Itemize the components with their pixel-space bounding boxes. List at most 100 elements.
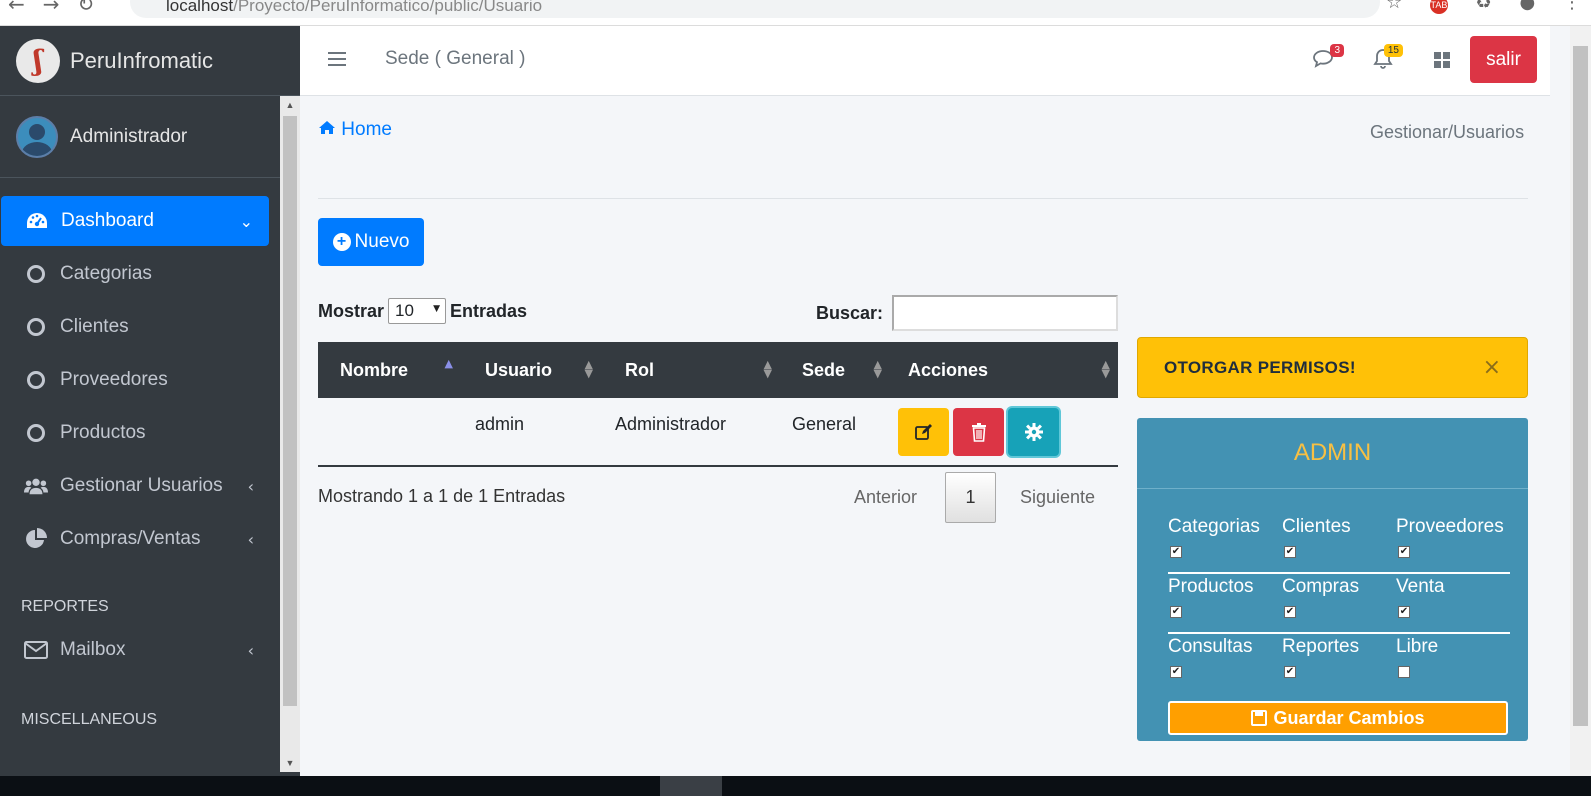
sidebar-item-categorias[interactable]: Categorias (0, 249, 270, 299)
page-scrollbar[interactable] (1570, 26, 1591, 776)
checkbox[interactable] (1398, 666, 1410, 678)
permissions-grid: Categorias ✔ Clientes ✔ Proveedores ✔ Produ… (1168, 516, 1510, 694)
users-table: Nombre ▲ Usuario ▲ ▼ Rol ▲ ▼ Sede ▲ ▼ Accio… (318, 342, 1118, 467)
cell-acciones (890, 398, 1118, 467)
breadcrumb-home-label: Home (341, 119, 392, 140)
messages-badge: 3 (1330, 44, 1344, 57)
permission-clientes: Clientes ✔ (1282, 516, 1351, 558)
sort-icon: ▲ ▼ (1101, 358, 1110, 380)
save-changes-button[interactable]: Guardar Cambios (1168, 701, 1508, 735)
permission-consultas: Consultas ✔ (1168, 636, 1253, 678)
sidebar-item-label: Clientes (60, 316, 129, 337)
permissions-card: ADMIN Categorias ✔ Clientes ✔ Proveedores ✔… (1137, 418, 1528, 741)
checkbox[interactable]: ✔ (1284, 546, 1296, 558)
sidebar-item-clientes[interactable]: Clientes (0, 302, 270, 352)
entries-label: Entradas (450, 300, 528, 321)
main-sidebar: ʃ PeruInfromatic Administrador ▲ ▼ Dashb… (0, 26, 300, 776)
extension-icon[interactable]: ♻ (1476, 0, 1492, 13)
delete-button[interactable] (953, 408, 1004, 456)
page-scroll-thumb[interactable] (1573, 46, 1588, 726)
users-icon (24, 476, 48, 496)
checkbox[interactable]: ✔ (1398, 546, 1410, 558)
star-icon[interactable]: ☆ (1386, 0, 1402, 13)
envelope-icon (24, 641, 48, 659)
messages-icon[interactable]: 3 (1312, 44, 1344, 73)
column-header-rol[interactable]: Rol ▲ ▼ (601, 342, 780, 398)
sidebar-item-productos[interactable]: Productos (0, 408, 270, 458)
sidebar-item-label: Gestionar Usuarios (60, 475, 223, 496)
chevron-left-icon: ‹ (247, 529, 254, 549)
scroll-up-icon[interactable]: ▲ (280, 100, 300, 110)
bell-icon[interactable]: 15 (1373, 44, 1403, 75)
permissions-row: Consultas ✔ Reportes ✔ Libre (1168, 634, 1510, 694)
sidebar-scroll-thumb[interactable] (283, 116, 297, 706)
page-length-select[interactable]: 10 (388, 298, 447, 324)
url-path: /Proyecto/PeruInformatico/public/Usuario (233, 0, 543, 15)
checkbox[interactable]: ✔ (1170, 666, 1182, 678)
edit-button[interactable] (898, 408, 949, 456)
logout-button[interactable]: salir (1470, 36, 1537, 83)
user-panel[interactable]: Administrador (0, 96, 288, 178)
os-taskbar (0, 776, 1591, 796)
checkbox[interactable]: ✔ (1284, 606, 1296, 618)
nav-header-reportes: REPORTES (21, 598, 109, 615)
close-icon[interactable]: × (1483, 355, 1501, 380)
permissions-row: Categorias ✔ Clientes ✔ Proveedores ✔ (1168, 514, 1510, 574)
pagination-next[interactable]: Siguiente (1020, 487, 1095, 508)
sidebar-item-dashboard[interactable]: Dashboard ⌄ (1, 196, 269, 246)
url-host: localhost (166, 0, 234, 15)
browser-nav-icons[interactable]: ←→↻ (8, 0, 112, 16)
taskbar-item[interactable] (660, 776, 722, 796)
breadcrumb-home[interactable]: Home (318, 119, 392, 141)
address-bar[interactable]: localhost/Proyecto/PeruInformatico/publi… (130, 0, 1380, 18)
column-header-sede[interactable]: Sede ▲ ▼ (780, 342, 890, 398)
menu-toggle-icon[interactable] (328, 52, 346, 66)
brand-text: PeruInfromatic (70, 47, 214, 73)
checkbox[interactable]: ✔ (1398, 606, 1410, 618)
permissions-button[interactable] (1008, 408, 1059, 456)
new-user-button[interactable]: + Nuevo (318, 218, 424, 266)
sidebar-item-gestionar-usuarios[interactable]: Gestionar Usuarios ‹ (0, 461, 270, 511)
column-header-acciones[interactable]: Acciones ▲ ▼ (890, 342, 1118, 398)
chevron-left-icon: ‹ (247, 640, 254, 660)
cell-sede: General (780, 398, 890, 467)
permissions-alert: OTORGAR PERMISOS! × (1137, 337, 1528, 398)
search-label: Buscar: (816, 303, 884, 323)
scroll-down-icon[interactable]: ▼ (280, 758, 300, 768)
pagination-page[interactable]: 1 (945, 472, 996, 523)
brand-link[interactable]: ʃ PeruInfromatic (0, 26, 300, 96)
circle-icon (24, 318, 48, 336)
sidebar-item-compras-ventas[interactable]: Compras/Ventas ‹ (0, 514, 270, 564)
permission-compras: Compras ✔ (1282, 576, 1360, 618)
search-input[interactable] (892, 295, 1118, 331)
trash-icon (971, 423, 986, 442)
sidebar-item-proveedores[interactable]: Proveedores (0, 355, 270, 405)
column-header-usuario[interactable]: Usuario ▲ ▼ (461, 342, 601, 398)
browser-actions: ☆ TAB ♻ ● ⋮ (1364, 0, 1581, 14)
checkbox[interactable]: ✔ (1170, 546, 1182, 558)
checkbox[interactable]: ✔ (1284, 666, 1296, 678)
card-title: ADMIN (1137, 418, 1528, 489)
menu-icon[interactable]: ⋮ (1563, 0, 1581, 13)
sede-label[interactable]: Sede ( General ) (385, 48, 525, 70)
column-header-nombre[interactable]: Nombre ▲ (318, 342, 461, 398)
cell-rol: Administrador (601, 398, 780, 467)
breadcrumb: Gestionar/Usuarios (1370, 122, 1525, 142)
circle-icon (24, 371, 48, 389)
show-label: Mostrar (318, 300, 385, 321)
sidebar-scrollbar[interactable]: ▲ ▼ (280, 96, 300, 772)
sort-icon: ▲ ▼ (763, 358, 772, 380)
save-icon (1251, 710, 1268, 726)
sort-asc-icon: ▲ (444, 357, 453, 370)
circle-icon (24, 265, 48, 283)
permission-productos: Productos ✔ (1168, 576, 1254, 618)
checkbox[interactable]: ✔ (1170, 606, 1182, 618)
avatar (16, 115, 58, 158)
pagination-previous[interactable]: Anterior (854, 487, 917, 508)
apps-grid-icon[interactable] (1434, 52, 1450, 68)
sidebar-item-mailbox[interactable]: Mailbox ‹ (0, 625, 270, 675)
gear-icon (1024, 423, 1043, 441)
home-icon (318, 119, 341, 140)
extension-badge[interactable]: TAB (1429, 0, 1448, 14)
profile-icon[interactable]: ● (1520, 0, 1536, 13)
